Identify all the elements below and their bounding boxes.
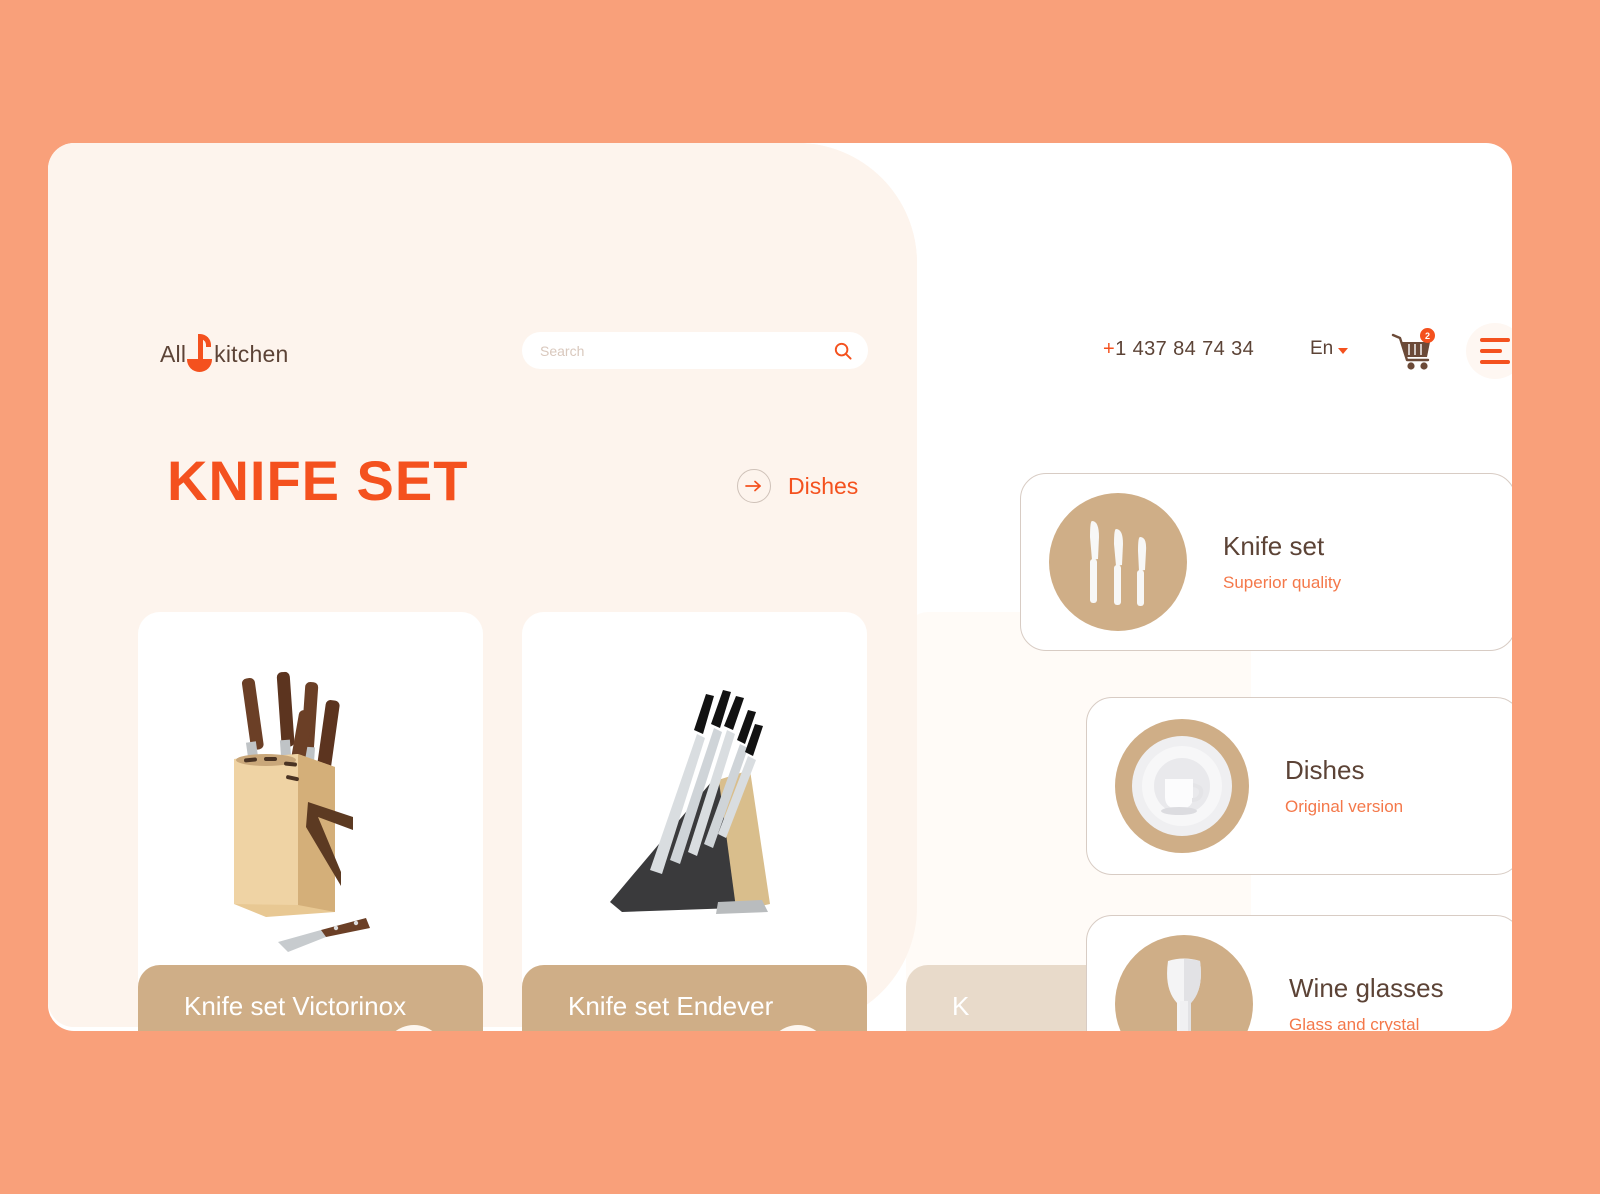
language-label: En [1310,338,1334,359]
product-name: Knife set Endever [568,991,774,1021]
ladle-icon [187,331,213,375]
brand-name-part1: All [160,341,187,367]
category-title: Wine glasses [1289,973,1444,1003]
category-card-dishes[interactable]: Dishes Original version [1086,697,1512,875]
add-to-cart-button[interactable] [767,1025,829,1031]
product-card-footer: Knife set Endever 5 items $19,00 [522,965,867,1031]
chevron-down-icon [1338,347,1349,354]
cart-button[interactable]: 2 [1389,328,1437,373]
black-magnetic-knife-block-image [522,612,867,972]
category-card-knife-set[interactable]: Knife set Superior quality [1020,473,1512,651]
app-window: K 12 $2 All kitchen [48,143,1512,1031]
category-subtitle: Original version [1285,797,1404,816]
product-card-footer: Knife set Victorinox 6 items $23,00 [138,965,483,1031]
category-title: Knife set [1223,531,1325,561]
add-to-cart-button[interactable] [383,1025,445,1031]
category-text: Wine glasses Glass and crystal [1289,973,1444,1031]
brand-logo[interactable]: All kitchen [160,329,288,375]
category-text: Knife set Superior quality [1223,531,1341,593]
dishes-link[interactable]: Dishes [737,469,858,503]
product-card[interactable]: Knife set Endever 5 items $19,00 [522,612,867,1031]
language-selector[interactable]: En [1310,338,1349,360]
hamburger-menu-button[interactable] [1466,323,1512,379]
brand-name-part2: kitchen [214,341,289,367]
phone-plus: + [1103,338,1116,360]
wine-glass-icon [1115,935,1253,1031]
wooden-knife-block-image [138,612,483,972]
plate-and-cup-icon [1115,719,1249,853]
product-card[interactable]: Knife set Victorinox 6 items $23,00 [138,612,483,1031]
category-subtitle: Glass and crystal [1289,1015,1420,1031]
cart-badge: 2 [1420,328,1435,343]
category-subtitle: Superior quality [1223,573,1342,592]
page-title: KNIFE SET [167,449,469,512]
category-card-wine-glasses[interactable]: Wine glasses Glass and crystal [1086,915,1512,1031]
three-knives-icon [1049,493,1187,631]
product-name: Knife set Victorinox [184,991,407,1021]
hamburger-menu-icon [1480,338,1510,342]
search-bar[interactable] [522,332,868,369]
arrow-right-circle-icon[interactable] [737,469,771,503]
search-input[interactable] [540,342,834,359]
category-text: Dishes Original version [1285,755,1403,817]
dishes-link-label: Dishes [788,472,859,499]
hamburger-menu-icon [1480,360,1510,364]
phone-digits: 1 437 84 74 34 [1115,338,1255,360]
category-title: Dishes [1285,755,1365,785]
phone-number[interactable]: +1 437 84 74 34 [1103,338,1254,361]
search-icon[interactable] [834,342,852,360]
hamburger-menu-icon [1480,349,1502,353]
page-background: K 12 $2 All kitchen [0,0,1600,1194]
